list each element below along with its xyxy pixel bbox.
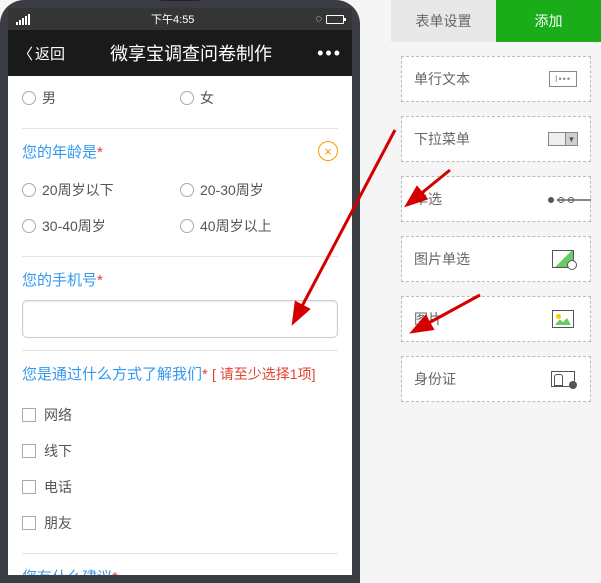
option-label: 网络 xyxy=(44,405,72,425)
page-title: 微享宝调查问卷制作 xyxy=(65,40,317,66)
tab-row: 表单设置 添加 xyxy=(391,0,601,42)
widget-select[interactable]: 下拉菜单 ▼ xyxy=(401,116,591,162)
widget-text[interactable]: 单行文本 I••• xyxy=(401,56,591,102)
text-input-icon: I••• xyxy=(548,69,578,89)
question-hint: [ 请至少选择1项] xyxy=(212,366,315,382)
widget-label: 下拉菜单 xyxy=(414,129,470,149)
checkbox-option[interactable]: 朋友 xyxy=(22,505,338,541)
radio-icon xyxy=(22,219,36,233)
battery-icon xyxy=(326,15,344,24)
phone-screen: 下午4:55 ◌ 〈 返回 微享宝调查问卷制作 ••• 男 女 xyxy=(8,8,352,575)
option-label: 20周岁以下 xyxy=(42,180,114,200)
form-body[interactable]: 男 女 您的年龄是* × 20周岁以下 20-30周岁 30-40周岁 40周岁… xyxy=(8,76,352,575)
checkbox-option[interactable]: 线下 xyxy=(22,433,338,469)
radio-icon xyxy=(180,183,194,197)
radio-icon xyxy=(180,91,194,105)
option-label: 电话 xyxy=(44,477,72,497)
option-label: 线下 xyxy=(44,441,72,461)
more-button[interactable]: ••• xyxy=(317,43,342,64)
question-age: 您的年龄是* × 20周岁以下 20-30周岁 30-40周岁 40周岁以上 xyxy=(22,129,338,257)
phone-input[interactable] xyxy=(22,300,338,338)
question-phone: 您的手机号* xyxy=(22,257,338,351)
widget-image[interactable]: 图片 xyxy=(401,296,591,342)
radio-option[interactable]: 30-40周岁 xyxy=(22,208,180,244)
question-gender: 男 女 xyxy=(22,76,338,129)
checkbox-icon xyxy=(22,444,36,458)
radio-option[interactable]: 男 xyxy=(22,80,180,116)
question-title: 您是通过什么方式了解我们* [ 请至少选择1项] xyxy=(22,363,338,387)
status-bar: 下午4:55 ◌ xyxy=(8,8,352,30)
status-time: 下午4:55 xyxy=(30,11,315,27)
option-label: 40周岁以上 xyxy=(200,216,272,236)
idcard-icon xyxy=(548,369,578,389)
question-title: 您的手机号* xyxy=(22,269,338,290)
widget-label: 身份证 xyxy=(414,369,456,389)
right-panel: 表单设置 添加 单行文本 I••• 下拉菜单 ▼ 单选 图片单选 图片 身份证 xyxy=(391,0,601,430)
status-right: ◌ xyxy=(315,13,344,25)
option-label: 20-30周岁 xyxy=(200,180,264,200)
tab-form-settings[interactable]: 表单设置 xyxy=(391,0,496,42)
close-icon: × xyxy=(324,144,332,159)
phone-frame: 下午4:55 ◌ 〈 返回 微享宝调查问卷制作 ••• 男 女 xyxy=(0,0,360,583)
tab-add[interactable]: 添加 xyxy=(496,0,601,42)
option-label: 朋友 xyxy=(44,513,72,533)
widget-list: 单行文本 I••• 下拉菜单 ▼ 单选 图片单选 图片 身份证 xyxy=(391,42,601,430)
required-asterisk: * xyxy=(97,272,103,289)
loading-icon: ◌ xyxy=(315,13,322,25)
required-asterisk: * xyxy=(112,569,118,575)
nav-bar: 〈 返回 微享宝调查问卷制作 ••• xyxy=(8,30,352,76)
phone-speaker xyxy=(160,0,200,1)
widget-imgradio[interactable]: 图片单选 xyxy=(401,236,591,282)
radio-option[interactable]: 40周岁以上 xyxy=(180,208,338,244)
question-title: 您有什么建议* xyxy=(22,566,338,575)
select-icon: ▼ xyxy=(548,129,578,149)
radio-option[interactable]: 20-30周岁 xyxy=(180,172,338,208)
required-asterisk: * xyxy=(202,366,208,383)
radio-icon xyxy=(22,183,36,197)
checkbox-icon xyxy=(22,408,36,422)
checkbox-icon xyxy=(22,516,36,530)
status-signal xyxy=(16,14,30,25)
widget-label: 单行文本 xyxy=(414,69,470,89)
signal-icon xyxy=(16,14,30,25)
option-label: 男 xyxy=(42,88,56,108)
radio-option[interactable]: 女 xyxy=(180,80,338,116)
question-suggest: 您有什么建议* xyxy=(22,554,338,575)
checkbox-option[interactable]: 网络 xyxy=(22,397,338,433)
image-radio-icon xyxy=(548,249,578,269)
option-label: 女 xyxy=(200,88,214,108)
radio-list-icon xyxy=(548,189,578,209)
radio-option[interactable]: 20周岁以下 xyxy=(22,172,180,208)
radio-icon xyxy=(180,219,194,233)
option-label: 30-40周岁 xyxy=(42,216,106,236)
image-icon xyxy=(548,309,578,329)
chevron-left-icon: 〈 xyxy=(18,43,33,64)
widget-radio[interactable]: 单选 xyxy=(401,176,591,222)
back-button[interactable]: 〈 返回 xyxy=(18,43,65,64)
checkbox-option[interactable]: 电话 xyxy=(22,469,338,505)
checkbox-icon xyxy=(22,480,36,494)
delete-question-button[interactable]: × xyxy=(318,141,338,161)
widget-label: 图片 xyxy=(414,309,442,329)
back-label: 返回 xyxy=(35,43,65,64)
widget-idcard[interactable]: 身份证 xyxy=(401,356,591,402)
question-source: 您是通过什么方式了解我们* [ 请至少选择1项] 网络 线下 电话 朋友 xyxy=(22,351,338,554)
required-asterisk: * xyxy=(97,144,103,161)
widget-label: 单选 xyxy=(414,189,442,209)
question-title: 您的年龄是* × xyxy=(22,141,338,162)
radio-icon xyxy=(22,91,36,105)
widget-label: 图片单选 xyxy=(414,249,470,269)
